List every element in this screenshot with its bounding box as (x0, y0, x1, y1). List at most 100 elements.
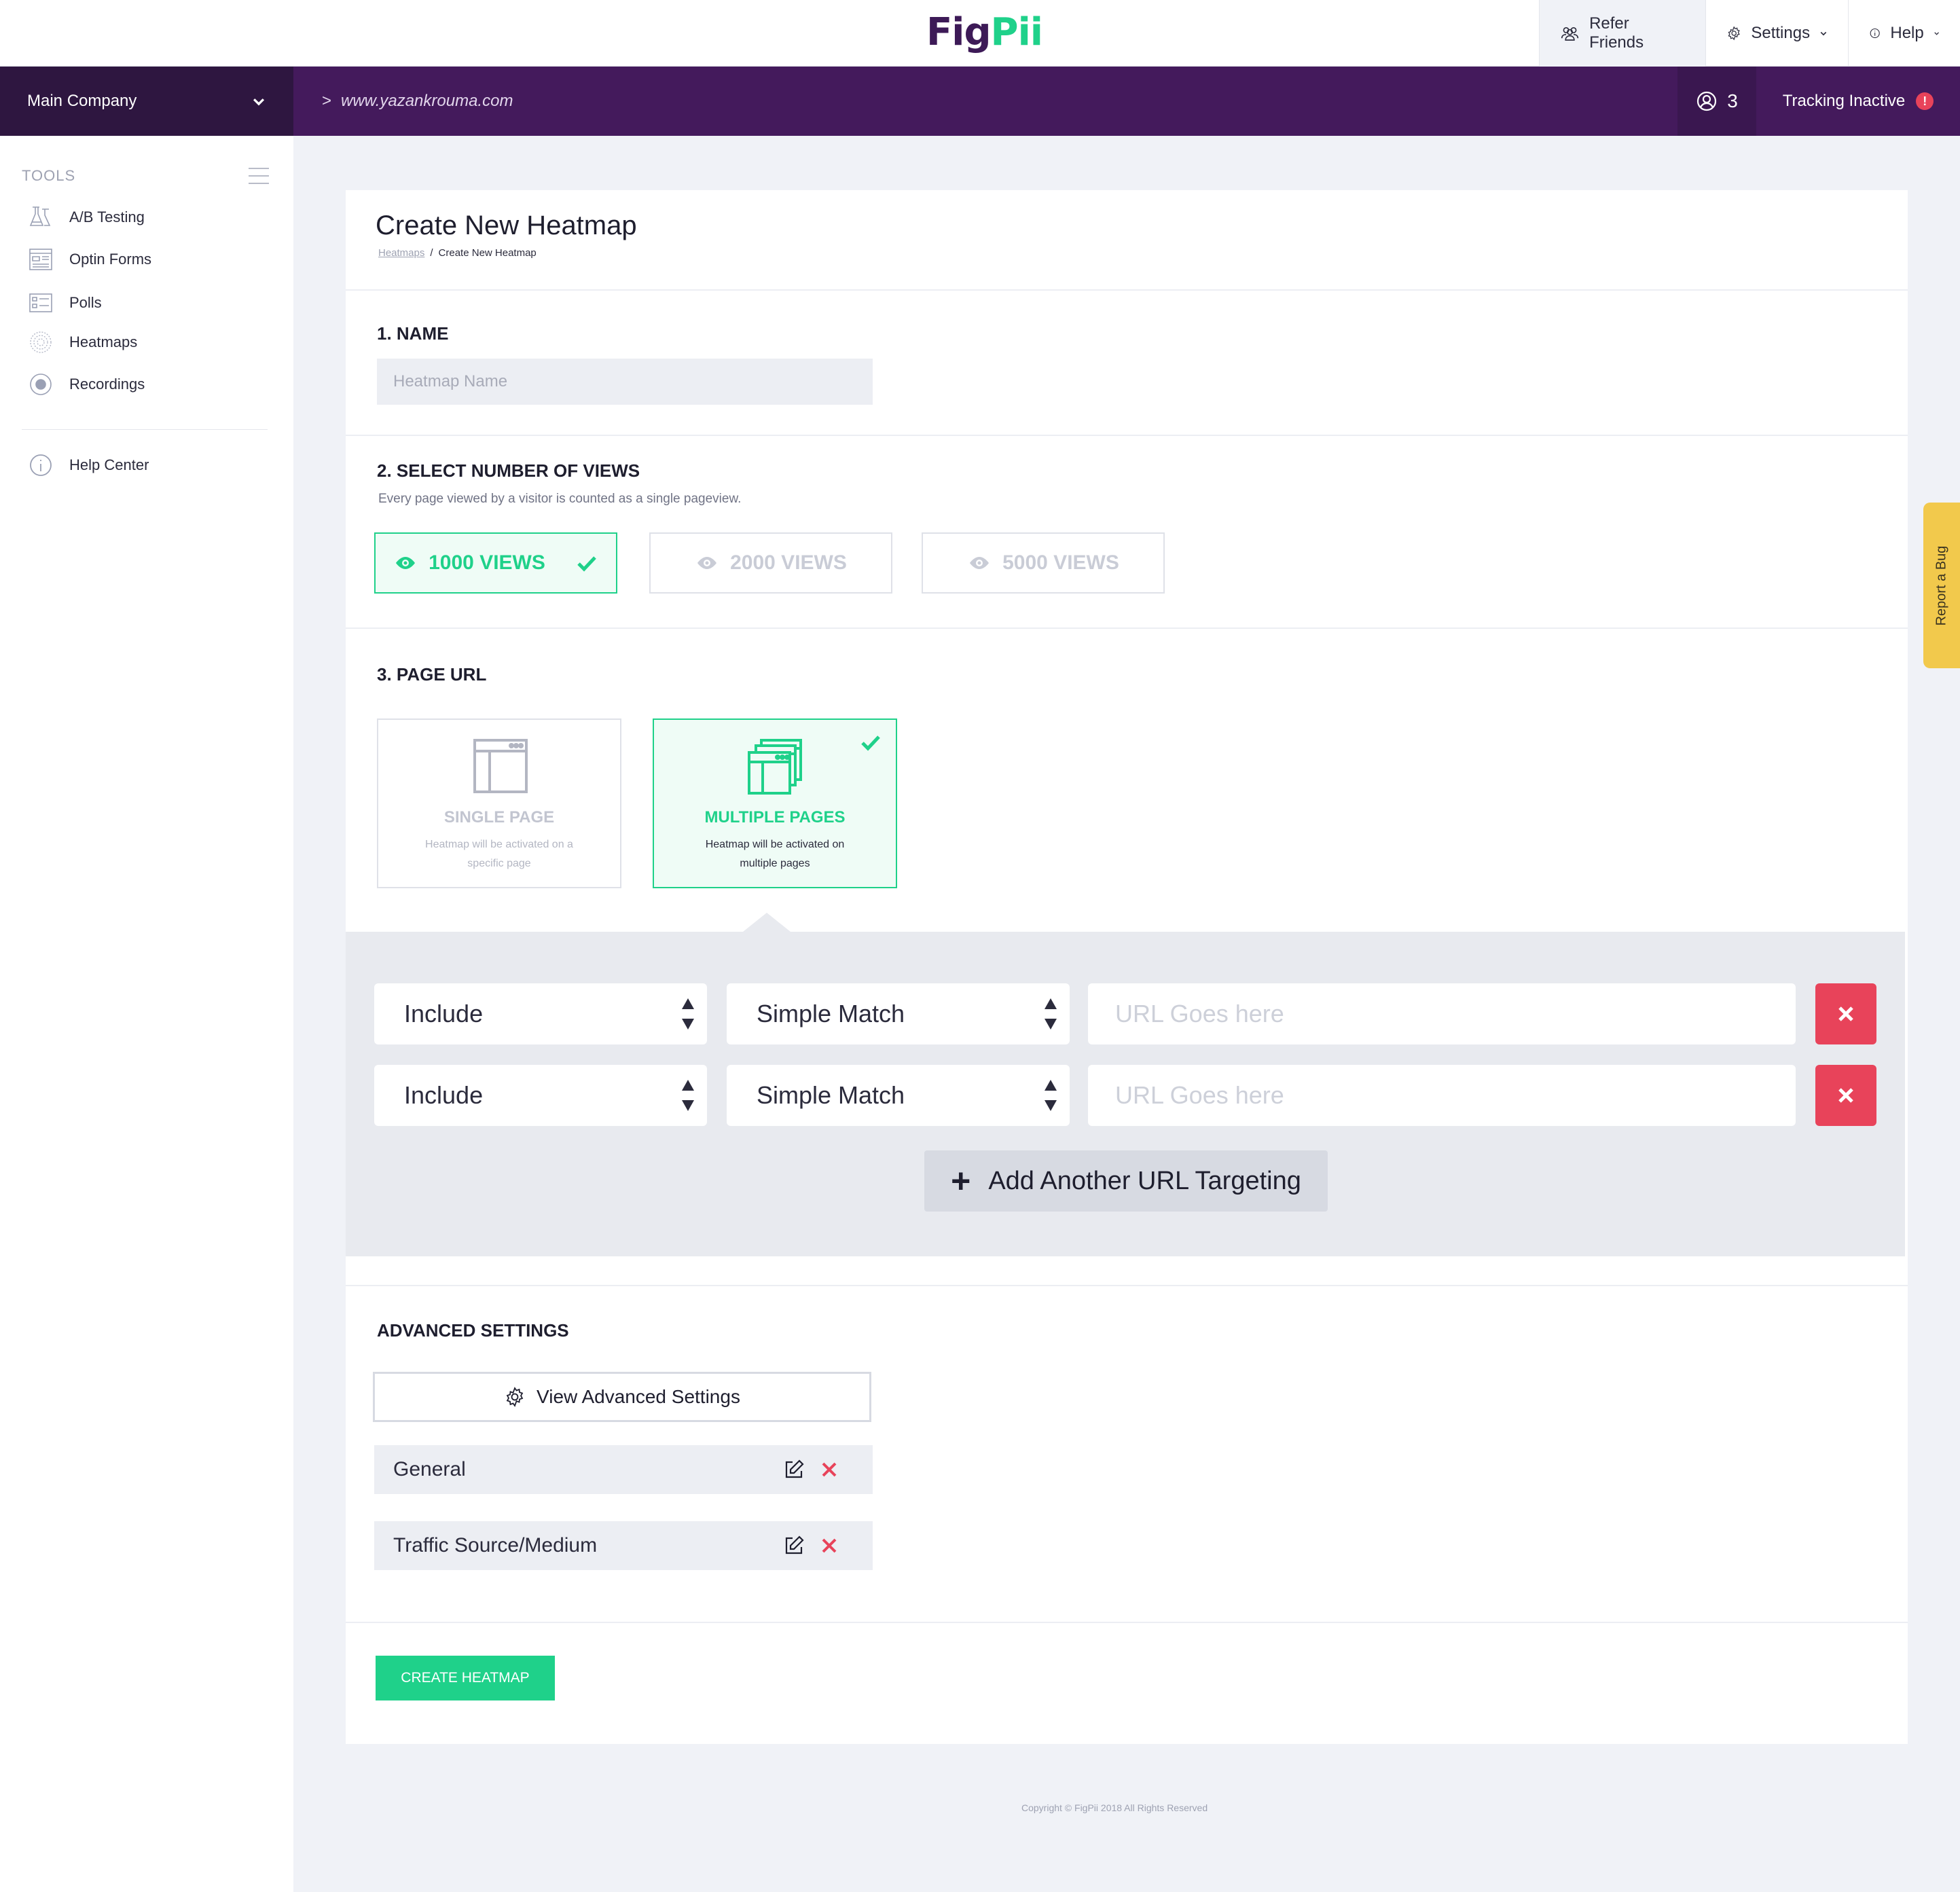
single-page-option[interactable]: SINGLE PAGE Heatmap will be activated on… (377, 718, 621, 888)
close-icon (1838, 1006, 1853, 1021)
sidebar-item-label: Help Center (69, 456, 149, 473)
view-advanced-settings-label: View Advanced Settings (537, 1386, 740, 1407)
multiple-pages-desc: Heatmap will be activated on multiple pa… (705, 839, 845, 869)
heatmap-icon (30, 331, 52, 353)
company-name: Main Company (27, 92, 137, 110)
delete-icon[interactable] (821, 1538, 837, 1554)
views-option-label: 1000 VIEWS (429, 551, 545, 574)
match-type-value: Simple Match (757, 1081, 905, 1109)
view-advanced-settings-button[interactable]: View Advanced Settings (373, 1372, 871, 1422)
menu-icon[interactable] (249, 168, 269, 184)
eye-icon (970, 557, 990, 569)
select-arrows-icon (681, 1080, 695, 1111)
views-option-1000[interactable]: 1000 VIEWS (374, 532, 617, 594)
select-arrows-icon (681, 998, 695, 1030)
chevron-down-icon (1934, 32, 1939, 35)
include-select[interactable]: Include (374, 983, 707, 1044)
sidebar-item-optin-forms[interactable]: Optin Forms (27, 244, 151, 274)
create-heatmap-button[interactable]: CREATE HEATMAP (376, 1656, 555, 1700)
advanced-section-label: ADVANCED SETTINGS (377, 1320, 569, 1341)
sidebar-item-label: A/B Testing (69, 208, 145, 225)
help-label: Help (1890, 24, 1924, 42)
report-bug-tab[interactable]: Report a Bug (1923, 503, 1960, 668)
add-url-targeting-label: Add Another URL Targeting (988, 1166, 1301, 1195)
top-bar: FigPii Refer Friends Settings Help (0, 0, 1960, 67)
flask-icon (29, 206, 51, 226)
advanced-rule-row: Traffic Source/Medium (374, 1521, 873, 1570)
info-icon (1870, 28, 1880, 39)
add-url-targeting-button[interactable]: + Add Another URL Targeting (924, 1150, 1328, 1212)
views-option-5000[interactable]: 5000 VIEWS (922, 532, 1165, 594)
single-page-icon (473, 739, 528, 793)
include-select-value: Include (404, 1000, 484, 1027)
settings-label: Settings (1751, 24, 1811, 42)
multiple-pages-option[interactable]: MULTIPLE PAGES Heatmap will be activated… (653, 718, 897, 888)
report-bug-label: Report a Bug (1934, 545, 1949, 625)
form-icon (29, 249, 52, 270)
delete-icon[interactable] (821, 1461, 837, 1478)
advanced-rule-label: Traffic Source/Medium (393, 1534, 598, 1557)
advanced-rule-label: General (393, 1458, 466, 1480)
breadcrumb-separator: / (430, 247, 433, 259)
tracking-status[interactable]: Tracking Inactive ! (1756, 67, 1960, 136)
sidebar-item-label: Recordings (69, 376, 145, 393)
sidebar-item-label: Polls (69, 294, 102, 311)
views-option-label: 5000 VIEWS (1002, 551, 1119, 574)
url-prefix: > (322, 92, 332, 110)
users-icon (1561, 27, 1579, 41)
multiple-pages-icon (748, 739, 802, 795)
gear-icon (506, 1387, 524, 1407)
sidebar-item-recordings[interactable]: Recordings (27, 369, 145, 399)
match-type-select[interactable]: Simple Match (727, 983, 1070, 1044)
top-actions: Refer Friends Settings Help (1539, 0, 1960, 67)
remove-url-button[interactable] (1815, 1065, 1876, 1126)
select-arrows-icon (1044, 1080, 1057, 1111)
views-option-label: 2000 VIEWS (730, 551, 847, 574)
page-title: Create New Heatmap (376, 211, 637, 240)
single-page-desc: Heatmap will be activated on a specific … (425, 839, 573, 869)
figpii-logo[interactable]: FigPii (926, 8, 1043, 57)
tools-label: TOOLS (22, 167, 76, 184)
create-heatmap-card: Create New Heatmap Heatmaps / Create New… (346, 190, 1908, 1744)
sidebar-item-heatmaps[interactable]: Heatmaps (27, 327, 137, 357)
site-url-text: www.yazankrouma.com (341, 92, 513, 110)
user-circle-icon (1697, 91, 1717, 111)
views-subtitle: Every page viewed by a visitor is counte… (378, 492, 742, 506)
alert-icon: ! (1916, 92, 1934, 110)
copyright-text: Copyright © FigPii 2018 All Rights Reser… (1021, 1802, 1208, 1813)
sidebar-item-polls[interactable]: Polls (27, 288, 102, 318)
eye-icon (396, 557, 416, 569)
section-divider (346, 1285, 1908, 1286)
account-bar: Main Company > www.yazankrouma.com 3 Tra… (0, 67, 1960, 136)
views-option-2000[interactable]: 2000 VIEWS (649, 532, 892, 594)
eye-icon (697, 557, 717, 569)
chevron-down-icon (253, 98, 265, 106)
sidebar-item-help-center[interactable]: Help Center (27, 450, 149, 480)
breadcrumb-current: Create New Heatmap (438, 247, 537, 259)
tracking-status-label: Tracking Inactive (1782, 92, 1906, 110)
user-count-button[interactable]: 3 (1677, 67, 1756, 136)
sidebar-item-ab-testing[interactable]: A/B Testing (27, 202, 145, 232)
poll-icon (29, 293, 52, 312)
logo-pii: Pii (990, 10, 1043, 54)
sidebar: TOOLS A/B Testing Optin Forms Polls Heat… (0, 136, 293, 1892)
help-menu[interactable]: Help (1848, 0, 1960, 67)
include-select[interactable]: Include (374, 1065, 707, 1126)
url-input[interactable] (1088, 1065, 1796, 1126)
match-type-select[interactable]: Simple Match (727, 1065, 1070, 1126)
company-selector[interactable]: Main Company (0, 67, 293, 136)
settings-menu[interactable]: Settings (1705, 0, 1848, 67)
edit-icon[interactable] (783, 1535, 805, 1557)
info-icon (30, 454, 52, 476)
heatmap-name-input[interactable] (377, 359, 873, 405)
close-icon (1838, 1088, 1853, 1103)
select-arrows-icon (1044, 998, 1057, 1030)
refer-friends-button[interactable]: Refer Friends (1539, 0, 1705, 67)
edit-icon[interactable] (783, 1459, 805, 1480)
site-url-selector[interactable]: > www.yazankrouma.com (322, 67, 513, 136)
single-page-title: SINGLE PAGE (443, 808, 555, 826)
url-input[interactable] (1088, 983, 1796, 1044)
breadcrumb-heatmaps-link[interactable]: Heatmaps (378, 247, 424, 259)
include-select-value: Include (404, 1081, 484, 1109)
remove-url-button[interactable] (1815, 983, 1876, 1044)
